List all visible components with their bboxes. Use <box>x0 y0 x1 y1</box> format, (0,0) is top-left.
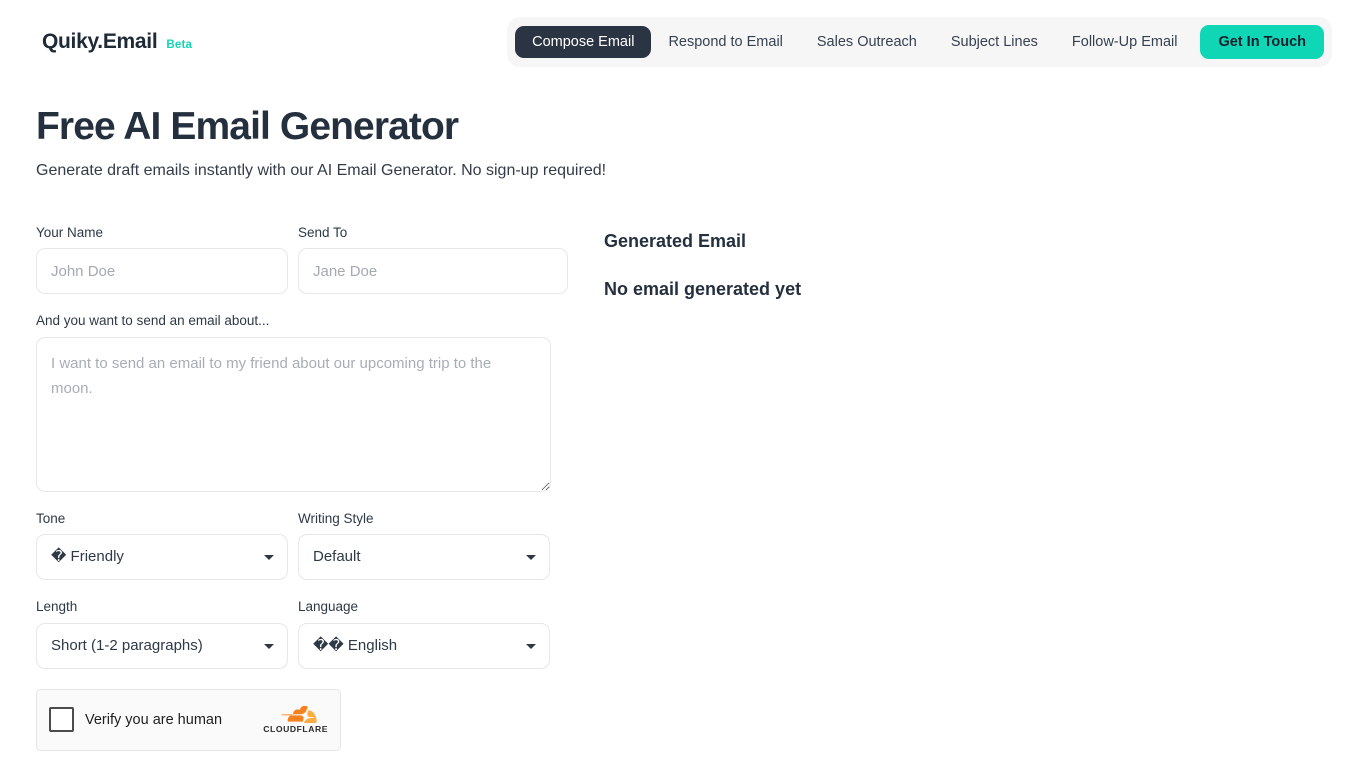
tone-select-wrap: � Friendly <box>36 534 288 581</box>
your-name-input[interactable] <box>36 248 288 295</box>
nav-item-sales-outreach[interactable]: Sales Outreach <box>800 26 934 59</box>
about-textarea[interactable] <box>36 336 551 492</box>
nav-item-subject-lines[interactable]: Subject Lines <box>934 26 1055 59</box>
tone-style-row: Tone � Friendly Writing Style Default <box>36 512 568 581</box>
language-select[interactable]: �� English <box>298 622 550 669</box>
nav-item-follow-up-email[interactable]: Follow-Up Email <box>1055 26 1195 59</box>
main-content: Free AI Email Generator Generate draft e… <box>0 84 1360 751</box>
nav-item-respond-to-email[interactable]: Respond to Email <box>651 26 799 59</box>
length-label: Length <box>36 599 78 615</box>
generated-email-panel: Generated Email No email generated yet <box>568 226 1318 298</box>
verify-human-label: Verify you are human <box>85 711 223 728</box>
nav-item-compose-email[interactable]: Compose Email <box>515 25 652 59</box>
name-recipient-row: Your Name Send To <box>36 226 568 295</box>
send-to-field-group: Send To <box>298 226 568 295</box>
tone-label: Tone <box>36 510 66 526</box>
tone-field-group: Tone � Friendly <box>36 512 288 581</box>
cloudflare-wordmark: CLOUDFLARE <box>263 723 328 734</box>
writing-style-select-wrap: Default <box>298 534 550 581</box>
brand-name: Quiky.Email <box>42 30 158 53</box>
page-title: Free AI Email Generator <box>36 105 459 148</box>
your-name-label: Your Name <box>36 224 104 240</box>
language-field-group: Language �� English <box>298 600 550 669</box>
about-field-group: And you want to send an email about... <box>36 314 551 492</box>
page-subtitle: Generate draft emails instantly with our… <box>36 161 607 179</box>
send-to-label: Send To <box>298 224 348 240</box>
about-label: And you want to send an email about... <box>36 313 270 329</box>
language-label: Language <box>298 599 359 615</box>
your-name-field-group: Your Name <box>36 226 288 295</box>
length-select[interactable]: Short (1-2 paragraphs) <box>36 622 288 669</box>
brand-logo[interactable]: Quiky.Email Beta <box>42 30 192 54</box>
tone-select[interactable]: � Friendly <box>36 534 288 581</box>
primary-nav: Compose Email Respond to Email Sales Out… <box>507 16 1332 68</box>
cloudflare-cloud-icon <box>281 705 317 723</box>
writing-style-label: Writing Style <box>298 510 374 526</box>
length-language-row: Length Short (1-2 paragraphs) Language �… <box>36 600 568 669</box>
send-to-input[interactable] <box>298 248 568 295</box>
site-header: Quiky.Email Beta Compose Email Respond t… <box>0 0 1360 84</box>
content-grid: Your Name Send To And you want to send a… <box>36 226 1318 751</box>
beta-badge: Beta <box>166 39 193 51</box>
length-select-wrap: Short (1-2 paragraphs) <box>36 622 288 669</box>
cloudflare-brand: CLOUDFLARE <box>263 705 328 734</box>
email-generator-form: Your Name Send To And you want to send a… <box>36 226 568 751</box>
generated-email-title: Generated Email <box>604 230 747 251</box>
verify-human-checkbox[interactable] <box>49 707 74 733</box>
cloudflare-turnstile-widget: Verify you are human CLOUDFLARE <box>36 688 341 751</box>
generated-email-empty-state: No email generated yet <box>604 278 802 299</box>
writing-style-field-group: Writing Style Default <box>298 512 550 581</box>
language-select-wrap: �� English <box>298 622 550 669</box>
get-in-touch-button[interactable]: Get In Touch <box>1200 24 1324 60</box>
writing-style-select[interactable]: Default <box>298 534 550 581</box>
length-field-group: Length Short (1-2 paragraphs) <box>36 600 288 669</box>
